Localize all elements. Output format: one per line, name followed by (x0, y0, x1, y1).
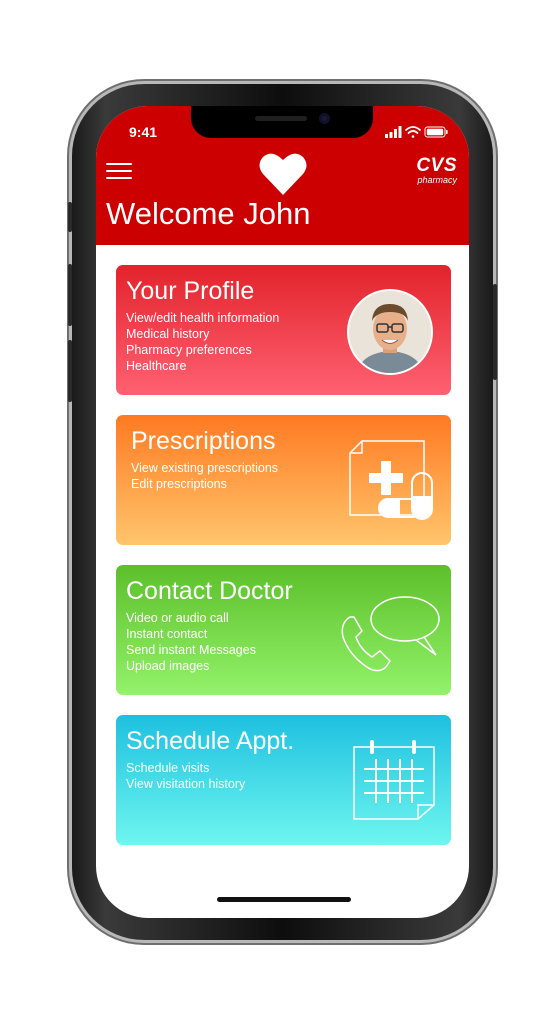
notch (191, 106, 373, 138)
card-description: View/edit health information Medical his… (126, 310, 279, 374)
hamburger-menu-icon[interactable] (106, 163, 132, 181)
status-time: 9:41 (129, 124, 158, 140)
page-title: Welcome John (106, 196, 311, 231)
card-line: Send instant Messages (126, 643, 256, 657)
signal-icon (385, 126, 402, 138)
your-profile-card[interactable]: Your Profile View/edit health informatio… (116, 265, 451, 395)
card-line: Healthcare (126, 359, 187, 373)
card-line: View existing prescriptions (131, 461, 279, 475)
card-line: Instant contact (126, 627, 208, 641)
app-header: 9:41 CVS pharmacy Welcome John (96, 106, 469, 245)
contact-doctor-card[interactable]: Contact Doctor Video or audio call Insta… (116, 565, 451, 695)
phone-chat-icon (341, 596, 440, 672)
card-line: Pharmacy preferences (126, 343, 252, 357)
phone-frame: 9:41 CVS pharmacy Welcome John Your Prof… (68, 84, 497, 940)
card-line: View visitation history (126, 777, 246, 791)
card-line: View/edit health information (126, 311, 280, 325)
card-line: Upload images (126, 659, 210, 673)
card-line: Video or audio call (126, 611, 229, 625)
front-camera (319, 113, 330, 124)
avatar (347, 289, 433, 375)
prescriptions-card[interactable]: Prescriptions View existing prescription… (116, 415, 451, 545)
card-title: Contact Doctor (126, 577, 293, 605)
calendar-icon (353, 740, 435, 820)
prescription-icon (349, 440, 433, 520)
card-line: Schedule visits (126, 761, 210, 775)
cvs-logo: CVS pharmacy (416, 156, 457, 185)
speaker (255, 116, 307, 121)
card-description: View existing prescriptions Edit prescri… (131, 460, 278, 492)
volume-down-button (68, 340, 72, 402)
power-button (493, 284, 497, 380)
card-title: Prescriptions (131, 427, 276, 455)
mute-switch (68, 202, 72, 232)
status-icons (385, 126, 448, 138)
card-title: Your Profile (126, 277, 255, 305)
heart-icon (259, 153, 307, 195)
cvs-logo-text: CVS (416, 155, 457, 176)
card-title: Schedule Appt. (126, 727, 295, 755)
volume-up-button (68, 264, 72, 326)
card-description: Video or audio call Instant contact Send… (126, 610, 256, 674)
home-indicator[interactable] (217, 897, 351, 902)
schedule-appointment-card[interactable]: Schedule Appt. Schedule visits View visi… (116, 715, 451, 845)
card-line: Edit prescriptions (131, 477, 227, 491)
battery-icon (424, 126, 448, 138)
cvs-logo-subtext: pharmacy (417, 175, 457, 185)
card-description: Schedule visits View visitation history (126, 760, 245, 792)
card-line: Medical history (126, 327, 210, 341)
phone-screen: 9:41 CVS pharmacy Welcome John Your Prof… (96, 106, 469, 918)
wifi-icon (405, 126, 421, 138)
